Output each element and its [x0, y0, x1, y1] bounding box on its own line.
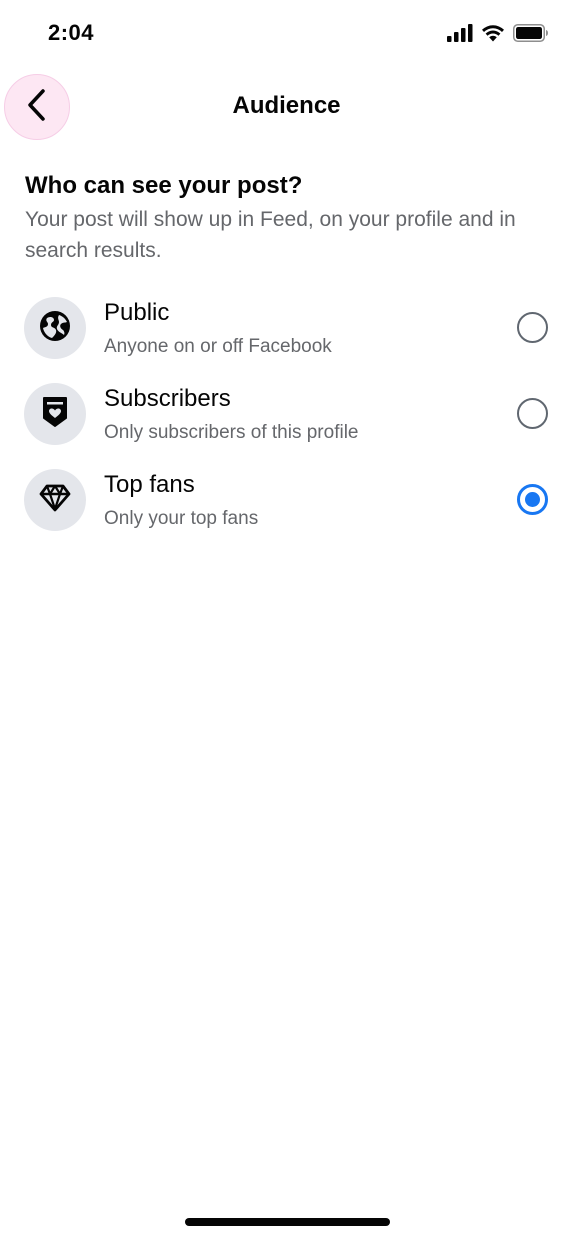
battery-icon — [513, 24, 549, 47]
wifi-icon — [481, 24, 505, 47]
subscriber-badge-icon — [41, 396, 69, 433]
audience-description: Your post will show up in Feed, on your … — [25, 208, 516, 262]
audience-option-subscribers[interactable]: Subscribers Only subscribers of this pro… — [0, 380, 573, 466]
option-sublabel: Only your top fans — [104, 508, 259, 529]
header: Audience — [0, 72, 573, 142]
option-sublabel: Only subscribers of this profile — [104, 422, 359, 443]
page-title: Audience — [232, 92, 341, 119]
status-time: 2:04 — [48, 20, 95, 45]
option-label: Public — [104, 299, 170, 326]
option-label: Subscribers — [104, 385, 231, 412]
audience-question: Who can see your post? — [25, 172, 303, 199]
diamond-icon — [39, 484, 71, 517]
audience-option-top-fans[interactable]: Top fans Only your top fans — [0, 466, 573, 552]
radio-button-top-fans[interactable] — [517, 484, 548, 515]
radio-button-public[interactable] — [517, 312, 548, 343]
cellular-signal-icon — [447, 24, 473, 47]
option-label: Top fans — [104, 471, 195, 498]
status-icons — [447, 24, 549, 47]
globe-icon — [39, 310, 71, 347]
audience-option-public[interactable]: Public Anyone on or off Facebook — [0, 294, 573, 380]
audience-options: Public Anyone on or off Facebook Subscri… — [0, 294, 573, 552]
option-icon-bg — [24, 383, 86, 445]
option-sublabel: Anyone on or off Facebook — [104, 336, 332, 357]
home-indicator — [185, 1218, 390, 1226]
radio-button-subscribers[interactable] — [517, 398, 548, 429]
option-icon-bg — [24, 469, 86, 531]
option-icon-bg — [24, 297, 86, 359]
status-bar: 2:04 — [0, 0, 573, 70]
